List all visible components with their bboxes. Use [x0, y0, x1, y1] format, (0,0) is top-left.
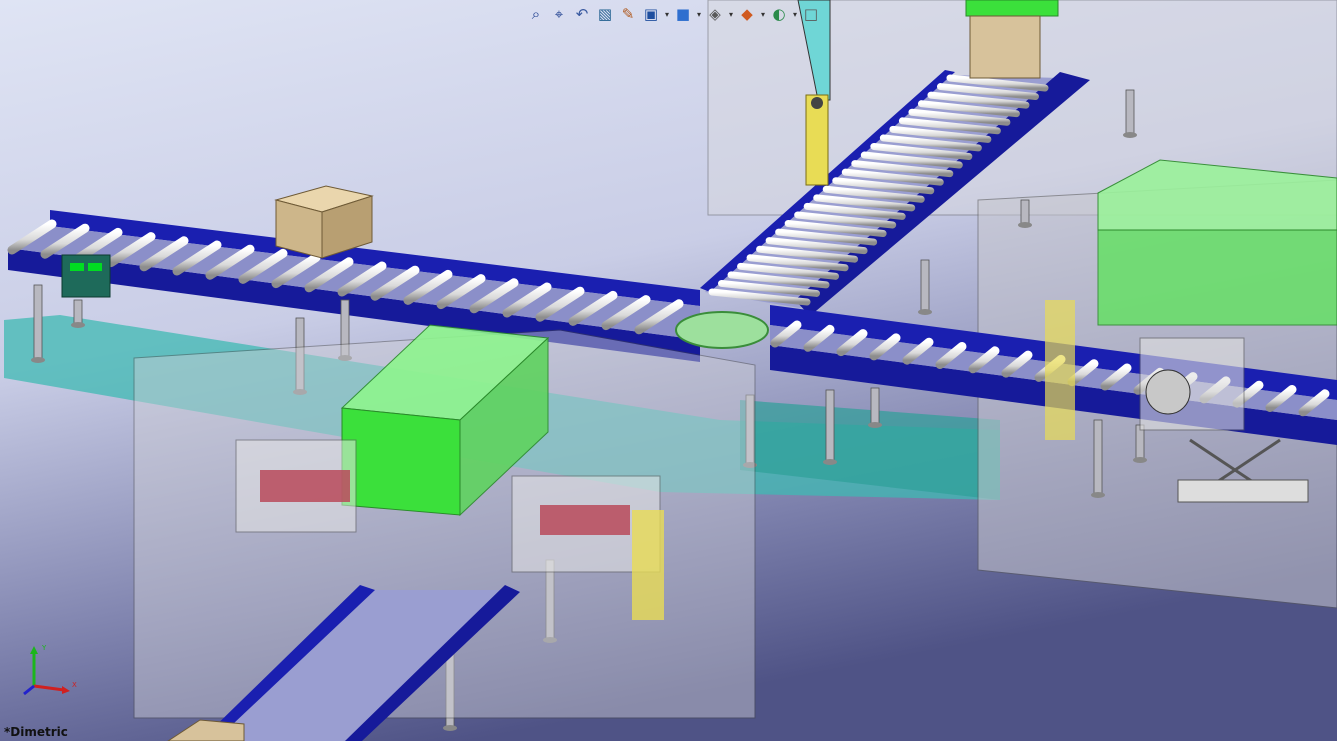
- edit-appearance-icon: ◆: [741, 5, 753, 23]
- leg-foot: [918, 309, 932, 315]
- leg-foot: [868, 422, 882, 428]
- control-panel: [61, 254, 111, 298]
- leg-foot: [823, 459, 837, 465]
- triad-x-label: X: [72, 681, 77, 689]
- pneumatic-cylinder-left: [235, 439, 357, 533]
- view-orientation-dropdown-arrow[interactable]: ▾: [664, 4, 670, 24]
- heads-up-view-toolbar: ⌕ ⌖ ↶ ▧ ✎ ▣ ▾ ■ ▾ ◈ ▾ ◆ ▾ ◐ ▾ □: [526, 2, 821, 26]
- view-settings-button[interactable]: □: [801, 4, 821, 24]
- display-style-dropdown-arrow[interactable]: ▾: [696, 4, 702, 24]
- apply-scene-dropdown-arrow[interactable]: ▾: [792, 4, 798, 24]
- leg-foot: [1018, 222, 1032, 228]
- turntable: [675, 311, 769, 349]
- view-settings-icon: □: [803, 5, 819, 23]
- view-orientation-label: *Dimetric: [4, 725, 68, 739]
- cardboard-box-upper: [969, 15, 1041, 79]
- section-view-icon: ▧: [597, 5, 613, 23]
- support-leg: [33, 284, 43, 361]
- support-leg: [1020, 199, 1030, 226]
- yellow-support: [632, 510, 664, 620]
- zoom-to-fit-icon: ⌕: [531, 5, 541, 23]
- triad-x-axis: [33, 684, 65, 692]
- support-leg: [73, 299, 83, 326]
- support-leg: [920, 259, 930, 313]
- view-orientation-icon: ▣: [643, 5, 659, 23]
- graphics-viewport[interactable]: ⌕ ⌖ ↶ ▧ ✎ ▣ ▾ ■ ▾ ◈ ▾ ◆ ▾ ◐ ▾ □ Y X *Dimetric: [0, 0, 1337, 741]
- edit-appearance-dropdown-arrow[interactable]: ▾: [760, 4, 766, 24]
- leg-foot: [31, 357, 45, 363]
- leg-foot: [71, 322, 85, 328]
- 3d-assembly-scene[interactable]: [0, 0, 1337, 741]
- green-block-upper: [965, 0, 1059, 17]
- triad-y-label: Y: [41, 644, 47, 652]
- view-orientation-button[interactable]: ▣: [641, 4, 661, 24]
- display-style-icon: ■: [675, 5, 691, 23]
- apply-scene-icon: ◐: [772, 5, 786, 23]
- leg-foot: [1133, 457, 1147, 463]
- dynamic-annotation-icon: ✎: [621, 5, 635, 23]
- previous-view-button[interactable]: ↶: [572, 4, 592, 24]
- zoom-to-fit-button[interactable]: ⌕: [526, 4, 546, 24]
- dynamic-annotation-button[interactable]: ✎: [618, 4, 638, 24]
- support-leg: [825, 389, 835, 463]
- edit-appearance-button[interactable]: ◆: [737, 4, 757, 24]
- support-leg: [1093, 419, 1103, 496]
- leg-foot: [1123, 132, 1137, 138]
- support-leg: [870, 387, 880, 426]
- green-block-right: [1097, 159, 1337, 326]
- hide-show-items-icon: ◈: [709, 5, 721, 23]
- leg-foot: [443, 725, 457, 731]
- apply-scene-button[interactable]: ◐: [769, 4, 789, 24]
- leg-foot: [1091, 492, 1105, 498]
- zoom-to-area-button[interactable]: ⌖: [549, 4, 569, 24]
- display-style-button[interactable]: ■: [673, 4, 693, 24]
- motor-cylinder-right: [1139, 337, 1245, 431]
- support-leg: [1125, 89, 1135, 136]
- reference-triad: Y X: [23, 644, 77, 696]
- section-view-button[interactable]: ▧: [595, 4, 615, 24]
- yellow-support-right: [1045, 300, 1075, 440]
- previous-view-icon: ↶: [575, 5, 589, 23]
- triad-z-axis: [23, 684, 35, 696]
- zoom-to-area-icon: ⌖: [554, 5, 564, 23]
- hide-show-items-dropdown-arrow[interactable]: ▾: [728, 4, 734, 24]
- hide-show-items-button[interactable]: ◈: [705, 4, 725, 24]
